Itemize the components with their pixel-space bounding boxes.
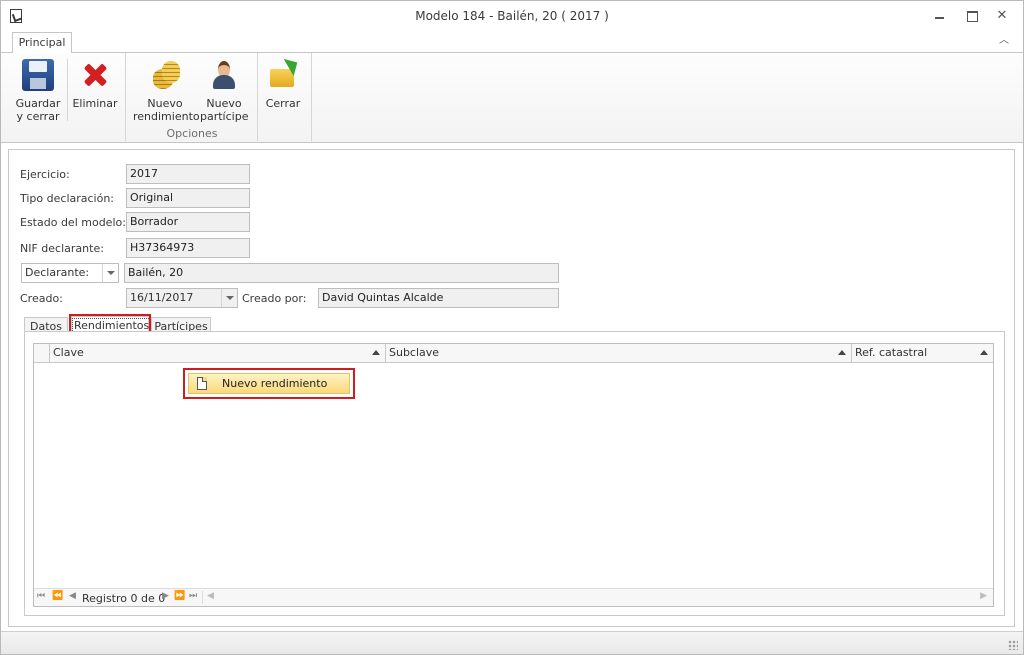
delete-icon	[79, 59, 111, 91]
nif-declarante-label: NIF declarante:	[20, 242, 104, 255]
save-close-button[interactable]: Guardar y cerrar	[13, 57, 63, 123]
person-icon	[208, 59, 240, 91]
separator	[125, 53, 126, 141]
estado-modelo-label: Estado del modelo:	[20, 216, 126, 229]
status-bar	[1, 631, 1023, 654]
rendimientos-grid[interactable]: Clave Subclave Ref. catastral ⏮ ⏪ ◀ Regi…	[33, 343, 994, 607]
horizontal-scrollbar[interactable]: ◀ ▶	[202, 591, 991, 604]
separator	[257, 53, 258, 141]
ribbon: Guardar y cerrar Eliminar Nuevo rendimie…	[1, 53, 1023, 143]
declarante-type-select[interactable]: Declarante:	[21, 263, 119, 283]
grid-navigator: ⏮ ⏪ ◀ Registro 0 de 0 ▶ ⏩ ⏭ ◀ ▶	[34, 588, 993, 606]
folder-exit-icon	[267, 59, 299, 91]
window: Modelo 184 - Bailén, 20 ( 2017 ) ✕ Princ…	[0, 0, 1024, 655]
minimize-icon[interactable]	[929, 7, 949, 25]
column-subclave-label: Subclave	[389, 346, 440, 359]
save-close-label: Guardar y cerrar	[15, 97, 61, 123]
ribbon-tab-row: Principal ︿	[1, 31, 1023, 54]
chevron-down-icon[interactable]	[221, 289, 237, 307]
sort-asc-icon	[372, 350, 380, 355]
column-subclave[interactable]: Subclave	[386, 344, 852, 363]
new-income-label: Nuevo rendimiento	[133, 97, 200, 123]
scroll-right-icon[interactable]: ▶	[980, 591, 987, 601]
close-button[interactable]: Cerrar	[261, 57, 305, 110]
group-label-opciones: Opciones	[166, 127, 218, 140]
creado-label: Creado:	[20, 292, 63, 305]
creado-date-value: 16/11/2017	[130, 291, 194, 304]
close-icon[interactable]: ✕	[992, 7, 1012, 25]
new-participant-button[interactable]: Nuevo partícipe	[200, 57, 248, 123]
title-bar: Modelo 184 - Bailén, 20 ( 2017 ) ✕	[1, 1, 1023, 31]
maximize-icon[interactable]	[962, 7, 982, 25]
resize-grip-icon[interactable]	[1008, 640, 1018, 650]
new-participant-label: Nuevo partícipe	[200, 97, 249, 123]
rendimientos-panel: Clave Subclave Ref. catastral ⏮ ⏪ ◀ Regi…	[24, 331, 1005, 616]
ejercicio-label: Ejercicio:	[20, 168, 70, 181]
sort-asc-icon	[980, 350, 988, 355]
sort-asc-icon	[838, 350, 846, 355]
coins-icon	[149, 59, 181, 91]
creado-date-field[interactable]: 16/11/2017	[126, 288, 238, 308]
chevron-down-icon[interactable]	[102, 264, 118, 282]
save-icon	[22, 59, 54, 91]
column-clave[interactable]: Clave	[50, 344, 386, 363]
creado-por-field[interactable]: David Quintas Alcalde	[318, 288, 559, 308]
previous-record-icon[interactable]: ◀	[69, 591, 76, 601]
separator	[311, 53, 312, 141]
document-icon	[197, 377, 207, 390]
row-indicator-header	[34, 344, 50, 363]
tipo-declaracion-label: Tipo declaración:	[20, 192, 115, 205]
nif-declarante-field[interactable]: H37364973	[126, 238, 250, 258]
tipo-declaracion-field[interactable]: Original	[126, 188, 250, 208]
ejercicio-field[interactable]: 2017	[126, 164, 250, 184]
delete-label: Eliminar	[72, 97, 118, 110]
scroll-left-icon[interactable]: ◀	[207, 591, 214, 601]
window-title: Modelo 184 - Bailén, 20 ( 2017 )	[415, 9, 609, 23]
context-menu-item-new-income[interactable]: Nuevo rendimiento	[188, 373, 350, 394]
last-record-icon[interactable]: ⏭	[189, 591, 197, 601]
delete-button[interactable]: Eliminar	[71, 57, 119, 110]
ribbon-tab-principal[interactable]: Principal	[12, 32, 72, 54]
close-label: Cerrar	[265, 97, 301, 110]
context-menu-item-label: Nuevo rendimiento	[222, 377, 328, 390]
previous-page-icon[interactable]: ⏪	[52, 591, 63, 601]
column-clave-label: Clave	[53, 346, 84, 359]
next-page-icon[interactable]: ⏩	[174, 591, 185, 601]
collapse-ribbon-icon[interactable]: ︿	[997, 34, 1011, 48]
next-record-icon[interactable]: ▶	[162, 591, 169, 601]
first-record-icon[interactable]: ⏮	[37, 591, 45, 601]
creado-por-label: Creado por:	[242, 292, 307, 305]
record-counter: Registro 0 de 0	[82, 592, 166, 605]
separator	[67, 59, 68, 121]
new-income-button[interactable]: Nuevo rendimiento	[133, 57, 200, 123]
declarante-name-field[interactable]: Bailén, 20	[124, 263, 559, 283]
column-ref-catastral[interactable]: Ref. catastral	[852, 344, 993, 363]
form-area: Ejercicio: 2017 Tipo declaración: Origin…	[1, 144, 1023, 631]
declarante-type-value: Declarante:	[25, 266, 90, 279]
estado-modelo-field[interactable]: Borrador	[126, 212, 250, 232]
column-ref-catastral-label: Ref. catastral	[855, 346, 928, 359]
context-menu: Nuevo rendimiento	[183, 368, 355, 399]
grid-header: Clave Subclave Ref. catastral	[34, 344, 993, 363]
